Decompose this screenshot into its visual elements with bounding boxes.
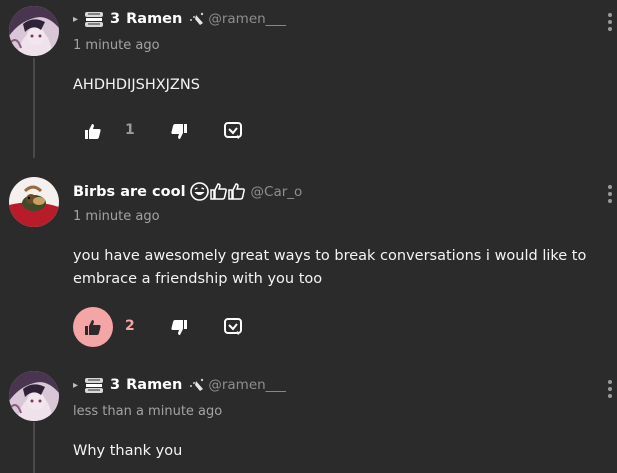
pointing-hand-icon bbox=[188, 11, 206, 27]
anime-avatar-image bbox=[9, 371, 59, 421]
thumbs-down-icon bbox=[171, 319, 187, 335]
reply-icon bbox=[224, 318, 242, 335]
display-name[interactable]: Birbs are cool bbox=[73, 184, 186, 200]
like-button[interactable] bbox=[73, 307, 113, 347]
sandwich-emoji-icon bbox=[84, 10, 104, 28]
comment-actions: 1 bbox=[73, 111, 273, 151]
comment-body: AHDHDIJSHXJZNS bbox=[73, 77, 200, 93]
user-handle[interactable]: @ramen___ bbox=[208, 11, 286, 27]
display-name[interactable]: Ramen bbox=[126, 377, 182, 393]
thumbs-up-emoji-icon bbox=[209, 183, 227, 200]
thumbs-up-emoji-icon bbox=[227, 183, 245, 200]
reply-marker-icon: ▸ bbox=[73, 379, 79, 391]
dislike-button[interactable] bbox=[167, 119, 191, 143]
avatar[interactable] bbox=[9, 371, 59, 421]
comment-header: ▸ 3 Ramen @ramen___ bbox=[73, 376, 286, 394]
dislike-button[interactable] bbox=[167, 315, 191, 339]
comment-body: Why thank you bbox=[73, 443, 183, 459]
timestamp: 1 minute ago bbox=[73, 209, 160, 224]
comment-header: ▸ 3 Ramen @ramen___ bbox=[73, 10, 286, 28]
like-button[interactable] bbox=[73, 111, 113, 151]
reply-marker-icon: ▸ bbox=[73, 13, 79, 25]
comment: ▸ 3 Ramen @ramen___ bbox=[0, 365, 617, 473]
comment-body: you have awesomely great ways to break c… bbox=[73, 248, 587, 287]
name-prefix-glyph: 3 bbox=[110, 11, 121, 27]
comment-header: Birbs are cool @Car_o bbox=[73, 182, 302, 201]
more-options-icon[interactable] bbox=[607, 380, 613, 398]
comment-feed: ▸ 3 Ramen @ramen___ 1 minute ago AHDHDIJ… bbox=[0, 0, 617, 473]
like-count: 2 bbox=[125, 318, 135, 334]
more-options-icon[interactable] bbox=[607, 13, 613, 31]
comment: ▸ 3 Ramen @ramen___ bbox=[0, 0, 617, 160]
timestamp: 1 minute ago bbox=[73, 38, 160, 53]
thumbs-up-icon bbox=[85, 319, 101, 335]
pointing-hand-icon bbox=[188, 377, 206, 393]
display-name[interactable]: Ramen bbox=[126, 11, 182, 27]
like-count: 1 bbox=[125, 122, 135, 138]
name-prefix-glyph: 3 bbox=[110, 377, 121, 393]
anime-avatar-image bbox=[9, 6, 59, 56]
more-options-icon[interactable] bbox=[607, 185, 613, 203]
reply-button[interactable] bbox=[221, 119, 245, 143]
comment-actions: 2 bbox=[73, 307, 273, 347]
grinning-face-emoji-icon bbox=[189, 182, 209, 201]
sandwich-emoji-icon bbox=[84, 376, 104, 394]
reply-icon bbox=[224, 122, 242, 139]
bird-avatar-image bbox=[9, 177, 59, 227]
avatar[interactable] bbox=[9, 6, 59, 56]
timestamp: less than a minute ago bbox=[73, 404, 223, 419]
comment: Birbs are cool @Car_o 1 minute ago you h… bbox=[0, 170, 617, 360]
thumbs-down-icon bbox=[171, 123, 187, 139]
user-handle[interactable]: @Car_o bbox=[251, 184, 303, 200]
thumbs-up-icon bbox=[85, 123, 101, 139]
user-handle[interactable]: @ramen___ bbox=[208, 377, 286, 393]
reply-button[interactable] bbox=[221, 315, 245, 339]
avatar[interactable] bbox=[9, 177, 59, 227]
